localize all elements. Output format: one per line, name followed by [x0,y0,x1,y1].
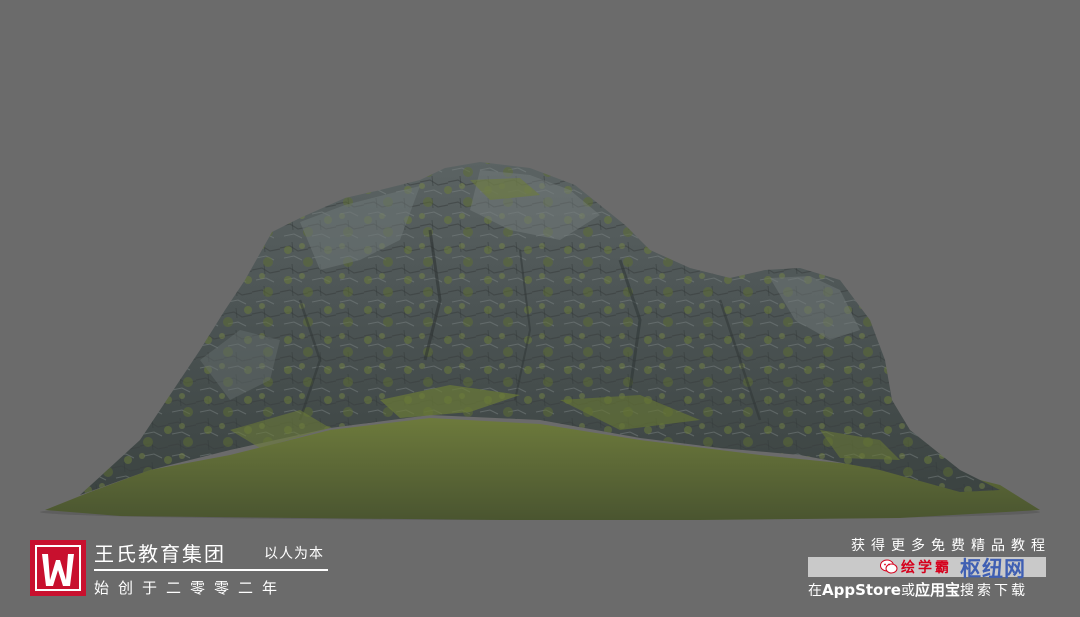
promo-bottom-text: 在AppStore或应用宝搜索下载 [808,579,1028,600]
brand-divider [94,569,328,571]
promo-app-name: 绘学霸 [901,560,952,576]
mountain-render [40,162,1040,520]
promo-app-logo: 绘学霸 [880,556,952,578]
promo-block: 获得更多免费精品教程 绘学霸 枢纽网 在AppStore或应用宝搜索下载 [800,535,1055,605]
promo-bottom-or: 或 [900,583,915,599]
wangshi-w-logo-icon [30,540,86,596]
brand-name: 王氏教育集团 [94,542,226,566]
render-canvas [0,0,1080,617]
promo-store-appstore: AppStore [822,581,901,599]
promo-bottom-prefix: 在 [808,583,822,599]
brand-founded: 始创于二零零二年 [94,579,287,597]
promo-bottom-suffix: 搜索下载 [959,583,1028,599]
brand-slogan: 以人为本 [264,546,324,562]
wechat-icon [880,559,898,574]
promo-store-yingyongbao: 应用宝 [914,581,960,599]
brand-block: 王氏教育集团 以人为本 始创于二零零二年 [30,538,340,600]
promo-top-text: 获得更多免费精品教程 [851,538,1051,554]
